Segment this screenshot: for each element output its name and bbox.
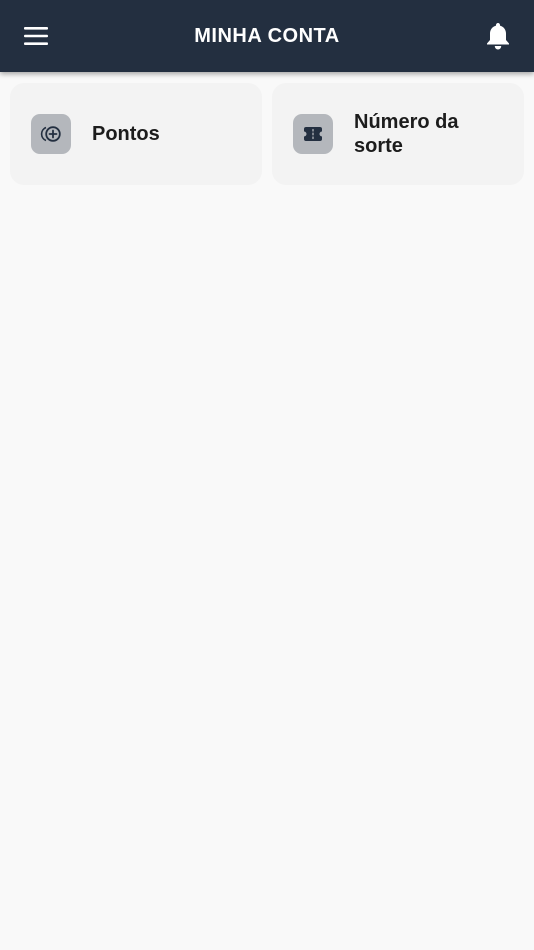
account-cards: Pontos Número da sorte	[10, 83, 524, 185]
card-icon-wrapper	[293, 114, 333, 154]
notifications-button[interactable]	[476, 14, 520, 58]
bell-icon	[487, 22, 509, 49]
page-title: MINHA CONTA	[194, 25, 340, 47]
card-icon-wrapper	[31, 114, 71, 154]
card-label: Pontos	[92, 123, 160, 145]
card-label: Número da sorte	[354, 111, 459, 157]
ticket-icon	[304, 127, 322, 141]
card-numero-da-sorte[interactable]: Número da sorte	[272, 83, 524, 185]
card-pontos[interactable]: Pontos	[10, 83, 262, 185]
coin-plus-icon	[40, 126, 61, 142]
app-bar: MINHA CONTA	[0, 0, 534, 72]
